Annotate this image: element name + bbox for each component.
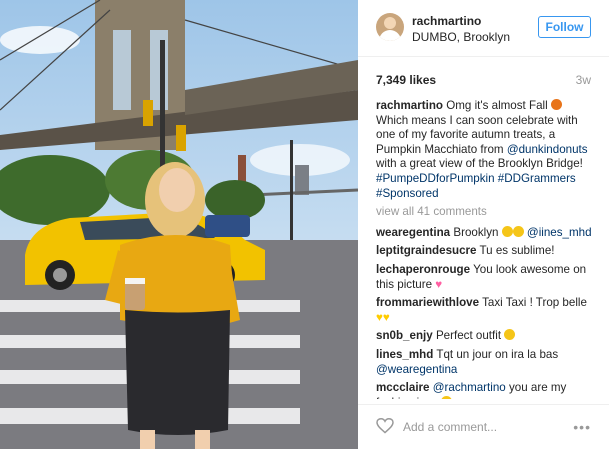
follow-button[interactable]: Follow: [538, 16, 591, 38]
yellow-heart-emoji: ♥♥: [376, 310, 390, 324]
comment-username[interactable]: frommariewithlove: [376, 296, 479, 309]
caption-text-1: Omg it's almost Fall: [446, 99, 548, 112]
comment-item: sn0b_enjy Perfect outfit: [376, 329, 597, 344]
comment-text: Brooklyn: [453, 225, 499, 239]
caption-text-3: with a great view of the Brooklyn Bridge…: [376, 157, 583, 171]
comment-username[interactable]: wearegentina: [376, 226, 450, 239]
comment-username[interactable]: lechaperonrouge: [376, 263, 470, 276]
comment-item: frommariewithlove Taxi Taxi ! Trop belle…: [376, 296, 597, 325]
instagram-post: rachmartino DUMBO, Brooklyn Follow 7,349…: [0, 0, 609, 449]
caption-mention[interactable]: @dunkindonuts: [507, 143, 588, 156]
star-eyes-emoji: [501, 225, 513, 237]
comment-text: Taxi Taxi ! Trop belle: [482, 296, 587, 310]
comment-username[interactable]: sn0b_enjy: [376, 329, 433, 342]
pumpkin-emoji: [550, 99, 562, 110]
post-header: rachmartino DUMBO, Brooklyn Follow: [358, 0, 609, 57]
caption-username[interactable]: rachmartino: [376, 99, 443, 112]
smile-emoji: [504, 329, 516, 341]
post-sidebar: rachmartino DUMBO, Brooklyn Follow 7,349…: [358, 0, 609, 449]
location-link[interactable]: DUMBO, Brooklyn: [412, 30, 510, 44]
comment-mention[interactable]: @rachmartino: [433, 381, 506, 394]
comment-text: Tqt un jour on ira la bas: [436, 347, 559, 361]
comment-mention[interactable]: @wearegentina: [376, 363, 457, 376]
comment-text: Perfect outfit: [435, 329, 502, 343]
likes-count[interactable]: 7,349 likes: [376, 73, 436, 87]
timestamp[interactable]: 3w: [576, 73, 591, 87]
comment-bar: Add a comment... •••: [358, 404, 609, 450]
avatar[interactable]: [376, 13, 404, 41]
comment-username[interactable]: leptitgraindesucre: [376, 244, 477, 257]
comment-item: mccclaire @rachmartino you are my fashio…: [376, 381, 597, 399]
comments-list: rachmartino Omg it's almost Fall Which m…: [376, 99, 597, 399]
view-all-comments-link[interactable]: view all 41 comments: [376, 205, 597, 220]
comment-item: lines_mhd Tqt un jour on ira la bas @wea…: [376, 348, 597, 377]
add-comment-input[interactable]: Add a comment...: [403, 420, 497, 434]
photo-illustration: [0, 0, 358, 449]
post-photo[interactable]: [0, 0, 358, 449]
caption-hashtags[interactable]: #PumpeDDforPumpkin #DDGrammers #Sponsore…: [376, 172, 576, 200]
comment-username[interactable]: lines_mhd: [376, 348, 433, 361]
comment-text: Tu es sublime!: [479, 244, 555, 258]
username-link[interactable]: rachmartino: [412, 14, 481, 28]
caption: rachmartino Omg it's almost Fall Which m…: [376, 99, 597, 201]
more-options-icon[interactable]: •••: [573, 419, 591, 435]
pink-heart-emoji: ♥: [435, 277, 443, 291]
comment-item: wearegentina Brooklyn @iines_mhd: [376, 225, 597, 241]
raised-hands-emoji: [441, 395, 453, 399]
comment-username[interactable]: mccclaire: [376, 381, 430, 394]
comment-mention[interactable]: @iines_mhd: [527, 226, 592, 239]
star-eyes-emoji: [512, 225, 524, 237]
heart-icon[interactable]: [376, 418, 394, 434]
comment-item: lechaperonrouge You look awesome on this…: [376, 263, 597, 292]
comment-item: leptitgraindesucre Tu es sublime!: [376, 244, 597, 259]
